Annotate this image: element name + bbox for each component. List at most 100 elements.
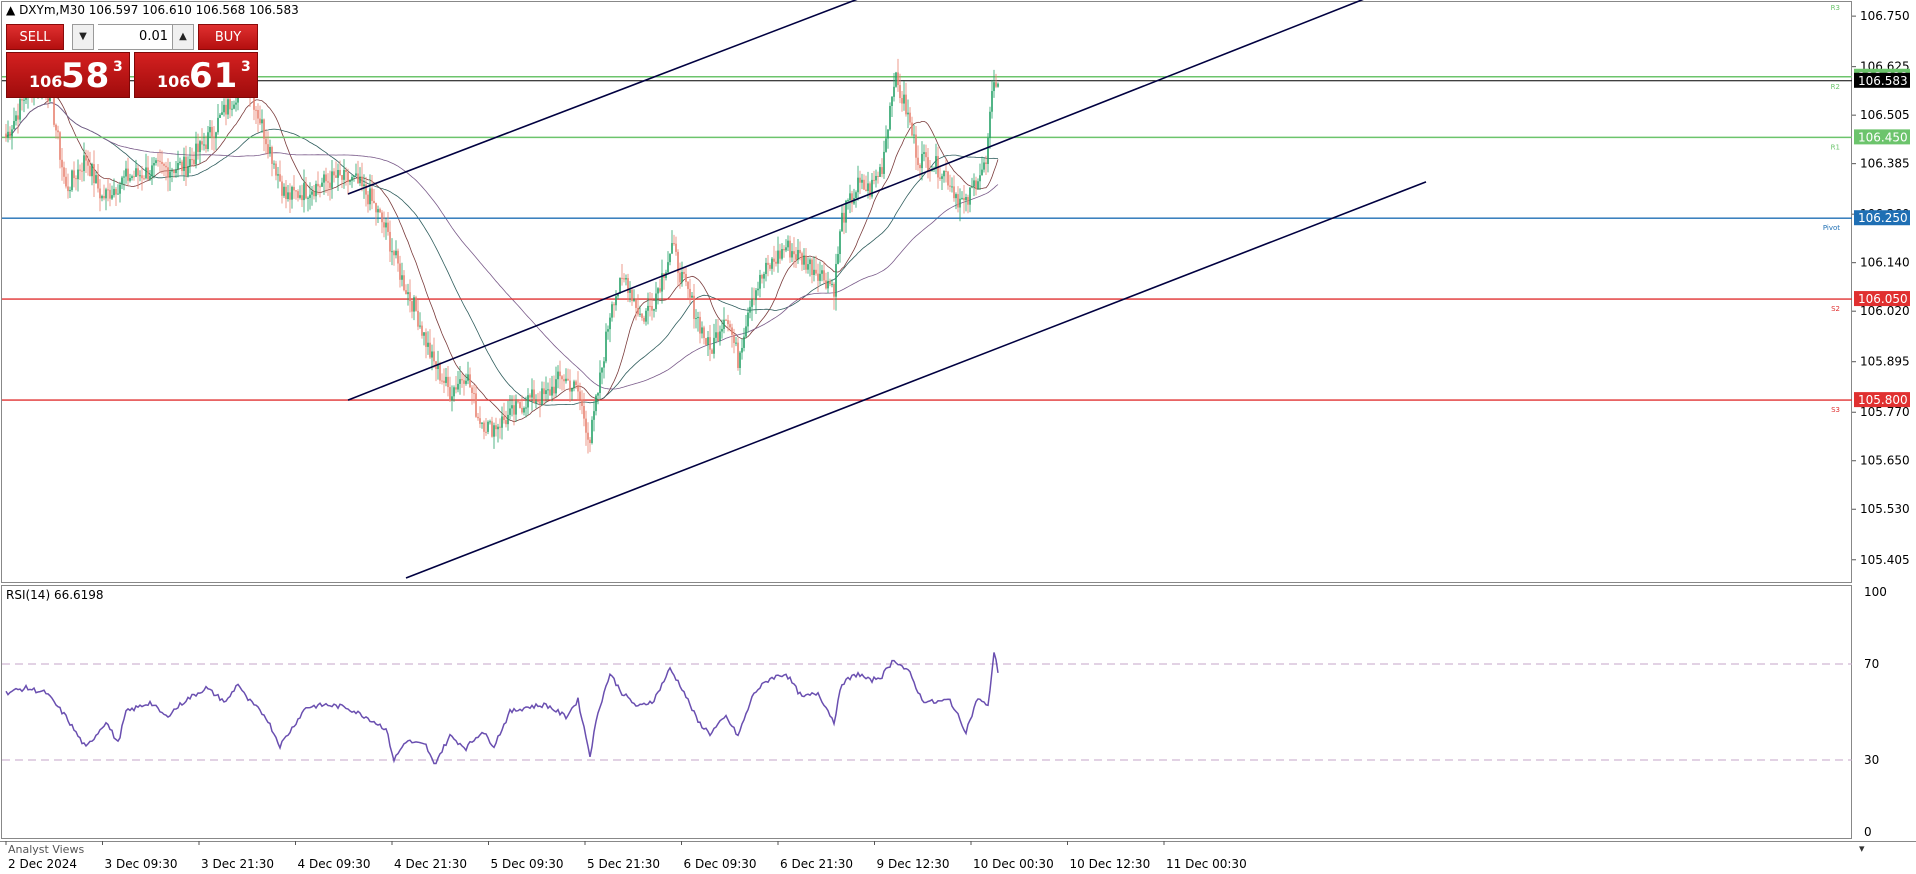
- candle-body: [225, 104, 227, 115]
- sell-price-prefix: 106: [29, 72, 63, 91]
- candle-body: [215, 132, 217, 139]
- candle-body: [819, 273, 821, 281]
- time-axis-label-3: 4 Dec 09:30: [298, 857, 371, 871]
- candle-body: [13, 121, 15, 130]
- buy-button[interactable]: BUY: [198, 24, 258, 50]
- lot-decrease-button[interactable]: ▼: [72, 24, 94, 50]
- candle-body: [499, 426, 501, 428]
- pivot-label-4: S2: [1831, 305, 1840, 313]
- analyst-views-label[interactable]: Analyst Views: [8, 843, 84, 856]
- candle-body: [827, 280, 829, 289]
- candle-body: [219, 114, 221, 118]
- candle-body: [917, 157, 919, 165]
- candle-body: [971, 186, 973, 188]
- candle-body: [389, 231, 391, 252]
- candle-body: [955, 194, 957, 199]
- collapse-triangle-icon[interactable]: ▲: [6, 3, 15, 17]
- buy-price-big: 61: [189, 56, 239, 96]
- candle-body: [793, 251, 795, 255]
- candle-body: [65, 176, 67, 187]
- candle-body: [23, 99, 25, 101]
- candle-body: [679, 272, 681, 283]
- candle-body: [121, 177, 123, 185]
- candle-body: [159, 160, 161, 162]
- buy-price-box[interactable]: 106 61 3: [134, 52, 258, 98]
- candle-body: [895, 72, 897, 87]
- lot-size-input[interactable]: 0.01: [98, 24, 172, 50]
- candle-body: [723, 319, 725, 329]
- channel-trend-line-2[interactable]: [405, 181, 1427, 579]
- candle-body: [523, 407, 525, 413]
- candle-body: [177, 162, 179, 170]
- price-tick-label-7: 105.895: [1860, 355, 1910, 369]
- candle-body: [163, 163, 165, 166]
- candle-body: [199, 141, 201, 153]
- candle-body: [573, 381, 575, 389]
- candle-body: [305, 183, 307, 199]
- candle-body: [759, 274, 761, 289]
- candle-body: [595, 395, 597, 412]
- sell-price-big: 58: [61, 56, 111, 96]
- candle-body: [731, 327, 733, 335]
- channel-trend-line-0[interactable]: [347, 0, 866, 195]
- candle-body: [991, 91, 993, 112]
- candle-body: [691, 295, 693, 298]
- candle-body: [169, 171, 171, 178]
- candle-body: [367, 194, 369, 205]
- rsi-tick-label-0: 100: [1864, 585, 1887, 599]
- candle-body: [835, 263, 837, 297]
- candle-body: [137, 168, 139, 176]
- candle-body: [443, 380, 445, 383]
- candle-body: [987, 137, 989, 165]
- candle-body: [911, 122, 913, 136]
- candle-body: [967, 197, 969, 205]
- candle-body: [409, 292, 411, 302]
- sell-price-box[interactable]: 106 58 3: [6, 52, 130, 98]
- candle-body: [823, 270, 825, 281]
- candle-body: [103, 195, 105, 199]
- lot-increase-button[interactable]: ▲: [172, 24, 194, 50]
- candle-body: [577, 385, 579, 392]
- candle-body: [53, 95, 55, 125]
- candle-body: [285, 186, 287, 199]
- sell-button[interactable]: SELL: [6, 24, 64, 50]
- candle-body: [539, 401, 541, 405]
- candle-body: [165, 165, 167, 168]
- candle-body: [953, 186, 955, 199]
- candle-body: [209, 126, 211, 133]
- candle-body: [629, 289, 631, 293]
- candle-body: [507, 414, 509, 425]
- candle-body: [875, 175, 877, 181]
- candle-body: [795, 254, 797, 260]
- candle-body: [17, 115, 19, 120]
- candle-body: [659, 288, 661, 292]
- candle-body: [113, 188, 115, 196]
- candle-body: [919, 164, 921, 169]
- candle-body: [817, 273, 819, 281]
- candle-body: [715, 332, 717, 338]
- candle-body: [405, 290, 407, 295]
- candle-body: [623, 278, 625, 280]
- candle-body: [599, 372, 601, 394]
- channel-trend-line-1[interactable]: [347, 0, 1372, 401]
- candle-body: [641, 313, 643, 318]
- candle-body: [983, 162, 985, 170]
- level-price-tag-text-3: 106.250: [1858, 211, 1908, 225]
- candle-body: [769, 264, 771, 269]
- chart[interactable]: R2R1PivotS2S3R3106.750106.625106.505106.…: [0, 0, 1916, 874]
- candle-body: [373, 200, 375, 204]
- candle-body: [685, 273, 687, 282]
- candle-body: [839, 231, 841, 255]
- candle-body: [89, 165, 91, 177]
- candle-body: [767, 262, 769, 265]
- candle-body: [519, 402, 521, 408]
- candle-body: [439, 363, 441, 381]
- candle-body: [395, 250, 397, 256]
- candle-body: [729, 324, 731, 328]
- candle-body: [411, 301, 413, 312]
- candle-body: [831, 283, 833, 285]
- candle-body: [673, 243, 675, 245]
- candle-body: [885, 138, 887, 152]
- candle-body: [347, 172, 349, 182]
- candle-body: [135, 168, 137, 177]
